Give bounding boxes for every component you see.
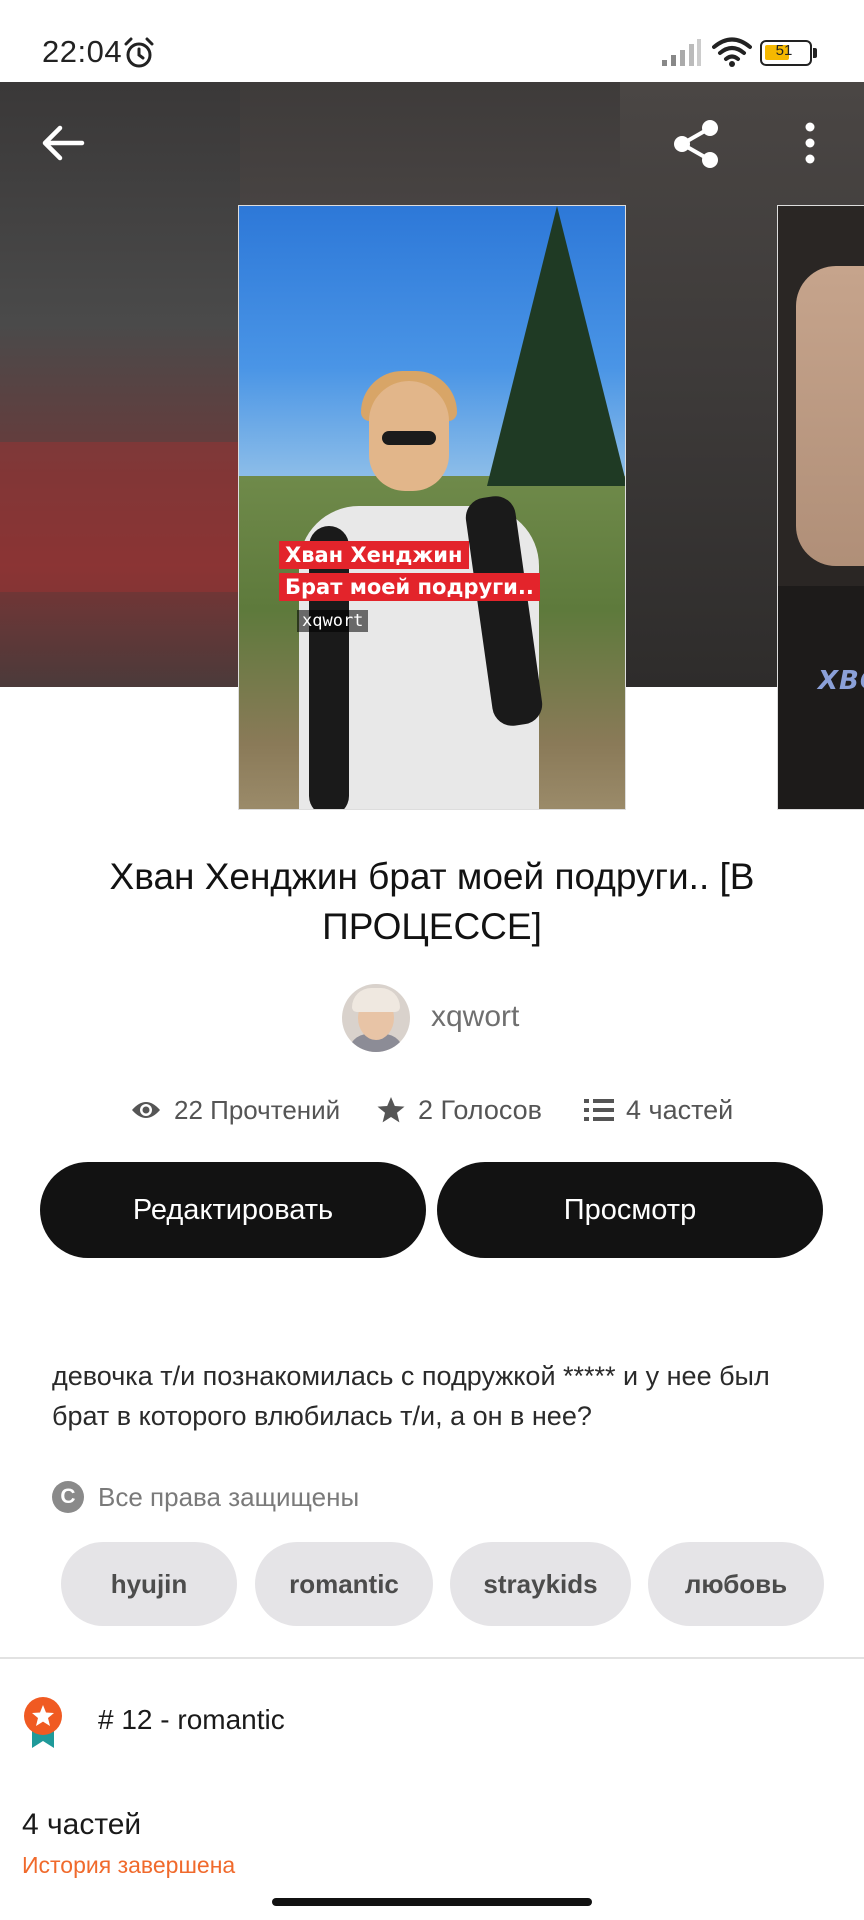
battery-icon: 51 (760, 40, 817, 66)
view-button[interactable]: Просмотр (437, 1162, 823, 1258)
votes-stat: 2 Голосов (376, 1090, 542, 1130)
cover-author-watermark: xqwort (297, 610, 369, 632)
back-arrow-icon[interactable] (38, 118, 88, 168)
votes-count: 2 Голосов (418, 1094, 542, 1125)
list-icon (584, 1099, 614, 1121)
reads-stat: 22 Прочтений (130, 1090, 340, 1130)
story-status: История завершена (22, 1852, 236, 1878)
next-cover-text: XBO (818, 666, 864, 696)
cover-title-line2: Брат моей подруги.. (279, 573, 540, 601)
copyright-text: Все права защищены (98, 1481, 360, 1512)
story-description: девочка т/и познакомилась с подружкой **… (52, 1361, 770, 1431)
parts-count[interactable]: 4 частей (22, 1808, 141, 1842)
edit-button[interactable]: Редактировать (40, 1162, 426, 1258)
author-name[interactable]: xqwort (431, 1000, 519, 1034)
cover-title-overlay: Хван Хенджин Брат моей подруги.. (279, 541, 540, 605)
tag-chip[interactable]: romantic (255, 1542, 433, 1626)
share-icon[interactable] (668, 116, 724, 172)
ranking-text[interactable]: # 12 - romantic (98, 1704, 285, 1736)
tag-chip[interactable]: straykids (450, 1542, 631, 1626)
reads-count: 22 Прочтений (174, 1094, 341, 1125)
eye-icon (132, 1102, 160, 1118)
wifi-icon (712, 37, 752, 67)
author-avatar[interactable] (342, 984, 410, 1052)
parts-stat: 4 частей (584, 1090, 733, 1130)
status-time: 22:04 (42, 34, 123, 69)
signal-icon (662, 39, 701, 66)
section-divider (0, 1657, 864, 1659)
tag-chip[interactable]: hyujin (61, 1542, 237, 1626)
ranking-badge-icon[interactable] (22, 1695, 64, 1749)
star-icon (377, 1097, 405, 1123)
story-title: Хван Хенджин брат моей подруги.. [В ПРОЦ… (109, 856, 755, 947)
alarm-icon (124, 37, 154, 68)
parts-stat-count: 4 частей (626, 1094, 734, 1125)
home-indicator[interactable] (272, 1898, 592, 1906)
story-stats: 22 Прочтений 2 Голосов 4 частей (0, 1090, 864, 1130)
more-vertical-icon[interactable] (796, 118, 824, 168)
status-bar: 22:04 51 (0, 0, 864, 82)
cover-title-line1: Хван Хенджин (279, 541, 469, 569)
copyright-notice: C Все права защищены (52, 1480, 359, 1514)
copyright-icon: C (52, 1481, 84, 1513)
story-cover[interactable]: Хван Хенджин Брат моей подруги.. xqwort (238, 205, 626, 810)
tag-chip[interactable]: любовь (648, 1542, 824, 1626)
next-story-cover[interactable]: XBO (777, 205, 864, 810)
battery-level: 51 (775, 42, 793, 59)
